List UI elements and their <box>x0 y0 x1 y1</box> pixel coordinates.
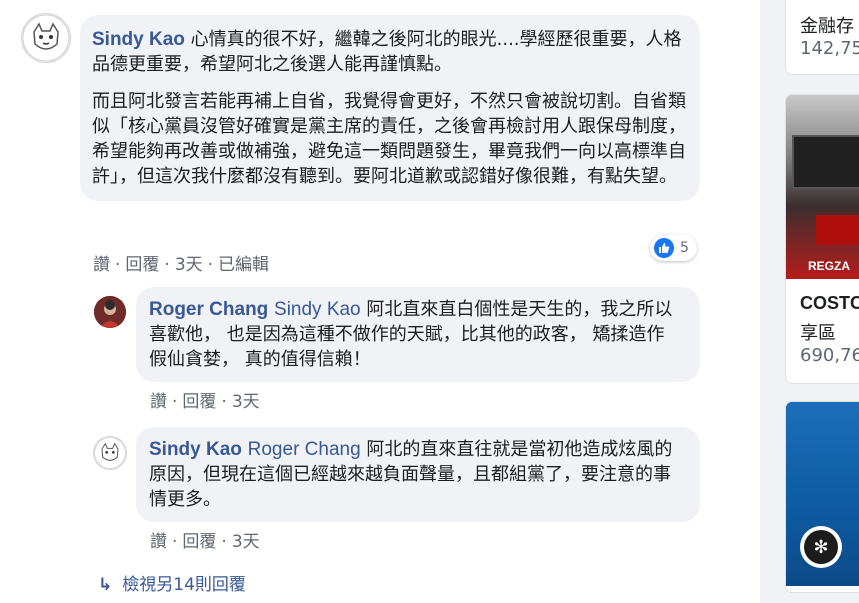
reply-actions: 讚 · 回覆 · 3天 <box>150 392 260 412</box>
reply-paragraph: Sindy Kao Roger Chang 阿北的直來直往就是當初他造成炫風的原… <box>149 437 688 512</box>
roger-avatar-icon[interactable] <box>94 296 126 328</box>
sidebar-card-image[interactable]: REGZA <box>786 95 859 279</box>
comment-bubble: Sindy Kao 心情真的很不好，繼韓之後阿北的眼光....學經歷很重要，人格… <box>80 15 700 201</box>
reply-paragraph: Roger Chang Sindy Kao 阿北直來直白個性是天生的，我之所以喜… <box>149 297 688 372</box>
reply-button[interactable]: 回覆 <box>125 255 159 275</box>
sidebar-card-count: 142,75 <box>800 38 859 59</box>
view-more-label[interactable]: 檢視另14則回覆 <box>122 575 246 595</box>
like-button[interactable]: 讚 <box>150 392 167 412</box>
sidebar-logo-icon: ✻ <box>800 526 842 568</box>
comment-author[interactable]: Sindy Kao <box>92 29 185 50</box>
sidebar-card-title[interactable]: COSTC <box>800 293 859 314</box>
reply-bubble: Roger Chang Sindy Kao 阿北直來直白個性是天生的，我之所以喜… <box>136 287 700 382</box>
view-more-replies[interactable]: ↳ 檢視另14則回覆 <box>98 570 246 595</box>
mention-link[interactable]: Roger Chang <box>248 439 361 460</box>
comments-panel: Sindy Kao 心情真的很不好，繼韓之後阿北的眼光....學經歷很重要，人格… <box>0 0 760 603</box>
reaction-count: 5 <box>680 240 689 256</box>
reply-author[interactable]: Roger Chang <box>149 299 268 320</box>
sindy-avatar-icon[interactable] <box>22 14 70 62</box>
sidebar-card-image[interactable]: ✻ <box>786 402 859 586</box>
reply-bubble: Sindy Kao Roger Chang 阿北的直來直往就是當初他造成炫風的原… <box>136 427 700 522</box>
sidebar-card-title[interactable]: 金融存 <box>800 12 854 38</box>
sidebar-card-2[interactable]: REGZA COSTC 享區 690,76 <box>786 95 859 383</box>
sidebar-card-count: 690,76 <box>800 345 859 366</box>
comment-actions: 讚 · 回覆 · 3天 · 已編輯 <box>93 255 270 275</box>
like-reaction-icon <box>654 238 674 258</box>
reaction-badge[interactable]: 5 <box>650 235 697 261</box>
comment-paragraph: Sindy Kao 心情真的很不好，繼韓之後阿北的眼光....學經歷很重要，人格… <box>92 27 686 77</box>
reply-arrow-icon: ↳ <box>98 575 113 595</box>
timestamp[interactable]: 3天 <box>232 532 260 552</box>
sindy-avatar-icon[interactable] <box>94 437 126 469</box>
sidebar-card-subtitle: 享區 <box>800 323 836 344</box>
sidebar-card-1[interactable]: 金融存 142,75 <box>786 0 859 74</box>
reply-author[interactable]: Sindy Kao <box>149 439 242 460</box>
mention-link[interactable]: Sindy Kao <box>274 299 361 320</box>
timestamp[interactable]: 3天 <box>175 255 203 275</box>
sidebar-card-3[interactable]: ✻ <box>786 402 859 592</box>
like-button[interactable]: 讚 <box>93 255 110 275</box>
reply-actions: 讚 · 回覆 · 3天 <box>150 532 260 552</box>
like-button[interactable]: 讚 <box>150 532 167 552</box>
timestamp[interactable]: 3天 <box>232 392 260 412</box>
sidebar-image-text: REGZA <box>808 259 850 273</box>
reply-button[interactable]: 回覆 <box>182 532 216 552</box>
comment-text: 而且阿北發言若能再補上自省，我覺得會更好，不然只會被說切割。自省類似「核心黨員沒… <box>92 91 686 187</box>
reply-button[interactable]: 回覆 <box>182 392 216 412</box>
edited-label: 已編輯 <box>218 255 270 275</box>
